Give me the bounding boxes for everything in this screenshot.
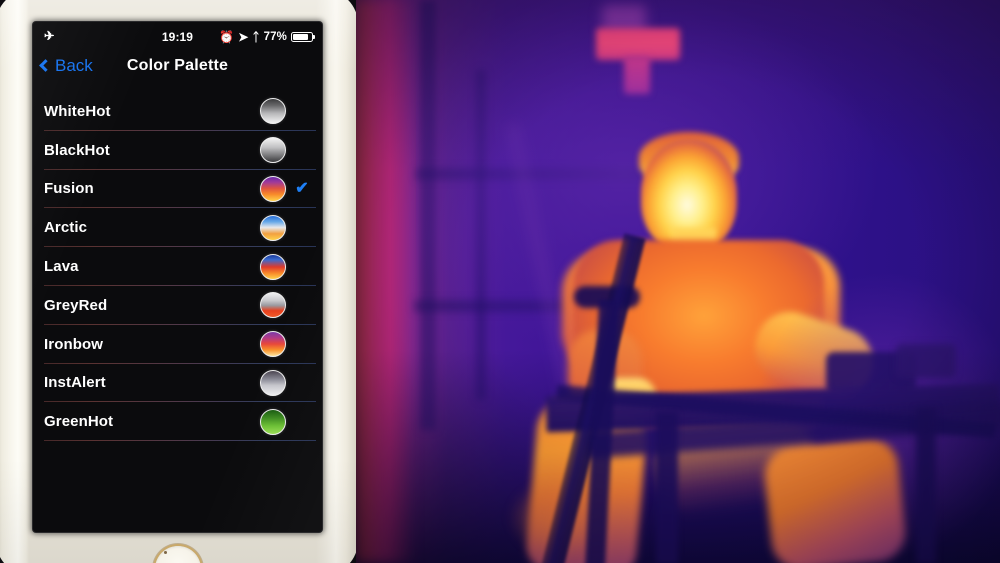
palette-list: WhiteHot✔BlackHot✔Fusion✔Arctic✔Lava✔Gre… (33, 92, 322, 442)
alarm-clock-icon: ⏰ (219, 29, 235, 44)
palette-row-label: InstAlert (44, 374, 106, 392)
palette-row-ironbow[interactable]: Ironbow✔ (33, 325, 322, 364)
phone-screen: ✈ 19:19 ⏰ ➤ ᛏ 77% Back Color Palette Whi… (33, 22, 322, 532)
thermal-vignette (356, 0, 1000, 563)
screenshot-root: ✈ 19:19 ⏰ ➤ ᛏ 77% Back Color Palette Whi… (0, 0, 1000, 563)
palette-row-label: GreenHot (44, 413, 114, 431)
palette-row-label: BlackHot (44, 141, 110, 159)
palette-row-greyred[interactable]: GreyRed✔ (33, 286, 322, 325)
location-arrow-icon: ➤ (238, 29, 249, 44)
palette-row-label: Ironbow (44, 335, 104, 353)
swatch-greenhot (260, 408, 286, 435)
swatch-blackhot (260, 137, 286, 164)
swatch-ironbow (260, 331, 286, 358)
swatch-instalert (260, 369, 286, 396)
swatch-arctic (260, 214, 286, 241)
palette-row-label: Arctic (44, 219, 88, 237)
swatch-greyred (260, 292, 286, 319)
palette-row-label: GreyRed (44, 296, 108, 314)
palette-row-label: Lava (44, 258, 79, 276)
row-separator (44, 440, 316, 442)
navigation-bar: Back Color Palette (33, 51, 322, 89)
swatch-whitehot (260, 98, 286, 125)
checkmark-icon: ✔ (295, 179, 309, 197)
battery-icon (291, 31, 316, 42)
palette-row-fusion[interactable]: Fusion ✔ (33, 170, 322, 209)
palette-row-blackhot[interactable]: BlackHot✔ (33, 131, 322, 170)
palette-row-whitehot[interactable]: WhiteHot✔ (33, 92, 322, 131)
palette-row-arctic[interactable]: Arctic✔ (33, 208, 322, 248)
battery-percent-label: 77% (263, 30, 287, 43)
palette-row-lava[interactable]: Lava✔ (33, 247, 322, 286)
thermal-camera-preview (356, 0, 1000, 563)
page-title: Color Palette (126, 57, 229, 74)
palette-row-label: WhiteHot (44, 102, 111, 120)
swatch-fusion (260, 175, 286, 202)
palette-row-label: Fusion (44, 180, 94, 198)
bluetooth-icon: ᛏ (252, 29, 260, 44)
status-bar: ✈ 19:19 ⏰ ➤ ᛏ 77% (33, 22, 322, 51)
palette-row-greenhot[interactable]: GreenHot✔ (33, 402, 322, 442)
palette-row-instalert[interactable]: InstAlert✔ (33, 364, 322, 403)
phone-pane: ✈ 19:19 ⏰ ➤ ᛏ 77% Back Color Palette Whi… (0, 0, 356, 563)
swatch-lava (260, 253, 286, 280)
status-bar-right: ⏰ ➤ ᛏ 77% (219, 29, 316, 44)
